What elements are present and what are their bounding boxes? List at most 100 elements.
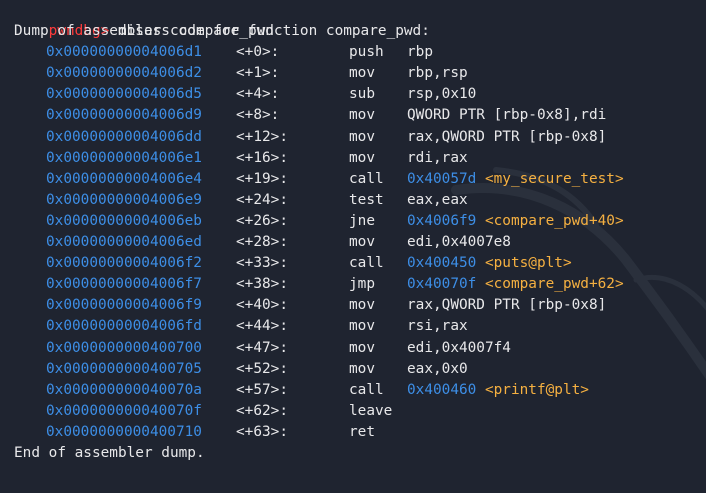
instruction-mnemonic: push [349, 44, 384, 61]
instruction-address: 0x00000000004006fd [46, 318, 202, 335]
instruction-mnemonic: mov [349, 149, 375, 166]
instruction-mnemonic: test [349, 191, 384, 208]
instruction-list: 0x00000000004006d1 <+0>: push rbp 0x00000000… [14, 42, 706, 443]
instruction-offset: <+26>: [236, 212, 288, 229]
instruction-operands: QWORD PTR [rbp-0x8],rdi [407, 107, 607, 124]
instruction-address: 0x0000000000400705 [46, 360, 202, 377]
instruction-offset: <+62>: [236, 402, 288, 419]
instruction-offset: <+33>: [236, 255, 288, 272]
instruction-address: 0x00000000004006dd [46, 128, 202, 145]
instruction-offset: <+19>: [236, 170, 288, 187]
target-address: 0x4006f9 [407, 212, 477, 229]
instruction-mnemonic: mov [349, 318, 375, 335]
instruction-row: 0x00000000004006d5 <+4>: sub rsp,0x10 [14, 84, 706, 105]
instruction-address: 0x00000000004006e4 [46, 170, 202, 187]
instruction-offset: <+52>: [236, 360, 288, 377]
instruction-row: 0x00000000004006d9 <+8>: mov QWORD PTR [rbp… [14, 105, 706, 126]
instruction-address: 0x00000000004006f2 [46, 255, 202, 272]
instruction-offset: <+57>: [236, 381, 288, 398]
instruction-address: 0x00000000004006d9 [46, 107, 202, 124]
instruction-row: 0x000000000040070f <+62>: leave [14, 401, 706, 422]
instruction-offset: <+4>: [236, 86, 280, 103]
instruction-address: 0x00000000004006ed [46, 234, 202, 251]
instruction-address: 0x00000000004006eb [46, 212, 202, 229]
instruction-mnemonic: jne [349, 212, 375, 229]
instruction-operands: eax,0x0 [407, 360, 468, 377]
instruction-address: 0x0000000000400700 [46, 339, 202, 356]
target-symbol: <compare_pwd+40> [484, 212, 624, 229]
instruction-operands: rax,QWORD PTR [rbp-0x8] [407, 128, 607, 145]
dump-footer: End of assembler dump. [14, 444, 205, 461]
target-address: 0x400450 [407, 255, 477, 272]
instruction-mnemonic: mov [349, 65, 375, 82]
instruction-operands: rax,QWORD PTR [rbp-0x8] [407, 297, 607, 314]
instruction-mnemonic: call [349, 381, 384, 398]
target-symbol: <puts@plt> [484, 255, 572, 272]
instruction-mnemonic: mov [349, 297, 375, 314]
target-symbol: <my_secure_test> [484, 170, 624, 187]
instruction-mnemonic: mov [349, 107, 375, 124]
instruction-row: 0x000000000040070a <+57>: call 0x400460 <pr… [14, 380, 706, 401]
instruction-address: 0x00000000004006d2 [46, 65, 202, 82]
instruction-address: 0x000000000040070f [46, 402, 202, 419]
instruction-offset: <+0>: [236, 44, 280, 61]
instruction-offset: <+47>: [236, 339, 288, 356]
instruction-row: 0x00000000004006e9 <+24>: test eax,eax [14, 190, 706, 211]
instruction-operands: rbp,rsp [407, 65, 468, 82]
instruction-offset: <+12>: [236, 128, 288, 145]
instruction-offset: <+63>: [236, 423, 288, 440]
instruction-operands: edi,0x4007f4 [407, 339, 511, 356]
target-address: 0x400460 [407, 381, 477, 398]
instruction-address: 0x00000000004006e9 [46, 191, 202, 208]
instruction-offset: <+40>: [236, 297, 288, 314]
instruction-row: 0x00000000004006dd <+12>: mov rax,QWORD PTR… [14, 127, 706, 148]
instruction-address: 0x00000000004006d5 [46, 86, 202, 103]
instruction-row: 0x00000000004006e1 <+16>: mov rdi,rax [14, 148, 706, 169]
instruction-row: 0x0000000000400700 <+47>: mov edi,0x4007f4 [14, 338, 706, 359]
instruction-mnemonic: call [349, 170, 384, 187]
instruction-address: 0x00000000004006d1 [46, 44, 202, 61]
instruction-mnemonic: mov [349, 128, 375, 145]
instruction-offset: <+16>: [236, 149, 288, 166]
instruction-offset: <+24>: [236, 191, 288, 208]
target-address: 0x40057d [407, 170, 477, 187]
instruction-address: 0x00000000004006e1 [46, 149, 202, 166]
instruction-row: 0x00000000004006d2 <+1>: mov rbp,rsp [14, 63, 706, 84]
instruction-address: 0x0000000000400710 [46, 423, 202, 440]
instruction-operands: rsp,0x10 [407, 86, 477, 103]
instruction-row: 0x00000000004006f2 <+33>: call 0x400450 <pu… [14, 253, 706, 274]
instruction-offset: <+8>: [236, 107, 280, 124]
instruction-operands: eax,eax [407, 191, 468, 208]
instruction-operands: edi,0x4007e8 [407, 234, 511, 251]
target-symbol: <printf@plt> [484, 381, 589, 398]
instruction-operands: rdi,rax [407, 149, 468, 166]
instruction-operands: rbp [407, 44, 433, 61]
instruction-mnemonic: sub [349, 86, 375, 103]
instruction-address: 0x000000000040070a [46, 381, 202, 398]
instruction-row: 0x0000000000400705 <+52>: mov eax,0x0 [14, 359, 706, 380]
prompt-line: pwndbg> disass compare_pwd [14, 0, 706, 39]
target-symbol: <compare_pwd+62> [484, 276, 624, 293]
instruction-mnemonic: leave [349, 402, 393, 419]
instruction-address: 0x00000000004006f7 [46, 276, 202, 293]
instruction-mnemonic: mov [349, 360, 375, 377]
instruction-offset: <+44>: [236, 318, 288, 335]
instruction-mnemonic: ret [349, 423, 375, 440]
target-address: 0x40070f [407, 276, 477, 293]
instruction-row: 0x00000000004006ed <+28>: mov edi,0x4007e8 [14, 232, 706, 253]
instruction-mnemonic: mov [349, 339, 375, 356]
instruction-row: 0x00000000004006d1 <+0>: push rbp [14, 42, 706, 63]
instruction-mnemonic: call [349, 255, 384, 272]
instruction-address: 0x00000000004006f9 [46, 297, 202, 314]
instruction-row: 0x00000000004006f9 <+40>: mov rax,QWORD PTR… [14, 295, 706, 316]
terminal-window[interactable]: pwndbg> disass compare_pwd Dump of assem… [0, 0, 706, 493]
instruction-mnemonic: mov [349, 234, 375, 251]
instruction-row: 0x00000000004006f7 <+38>: jmp 0x40070f <com… [14, 274, 706, 295]
instruction-offset: <+38>: [236, 276, 288, 293]
dump-header: Dump of assembler code for function comp… [14, 23, 430, 40]
instruction-row: 0x00000000004006fd <+44>: mov rsi,rax [14, 316, 706, 337]
instruction-operands: rsi,rax [407, 318, 468, 335]
instruction-offset: <+28>: [236, 234, 288, 251]
instruction-offset: <+1>: [236, 65, 280, 82]
instruction-row: 0x00000000004006eb <+26>: jne 0x4006f9 <com… [14, 211, 706, 232]
